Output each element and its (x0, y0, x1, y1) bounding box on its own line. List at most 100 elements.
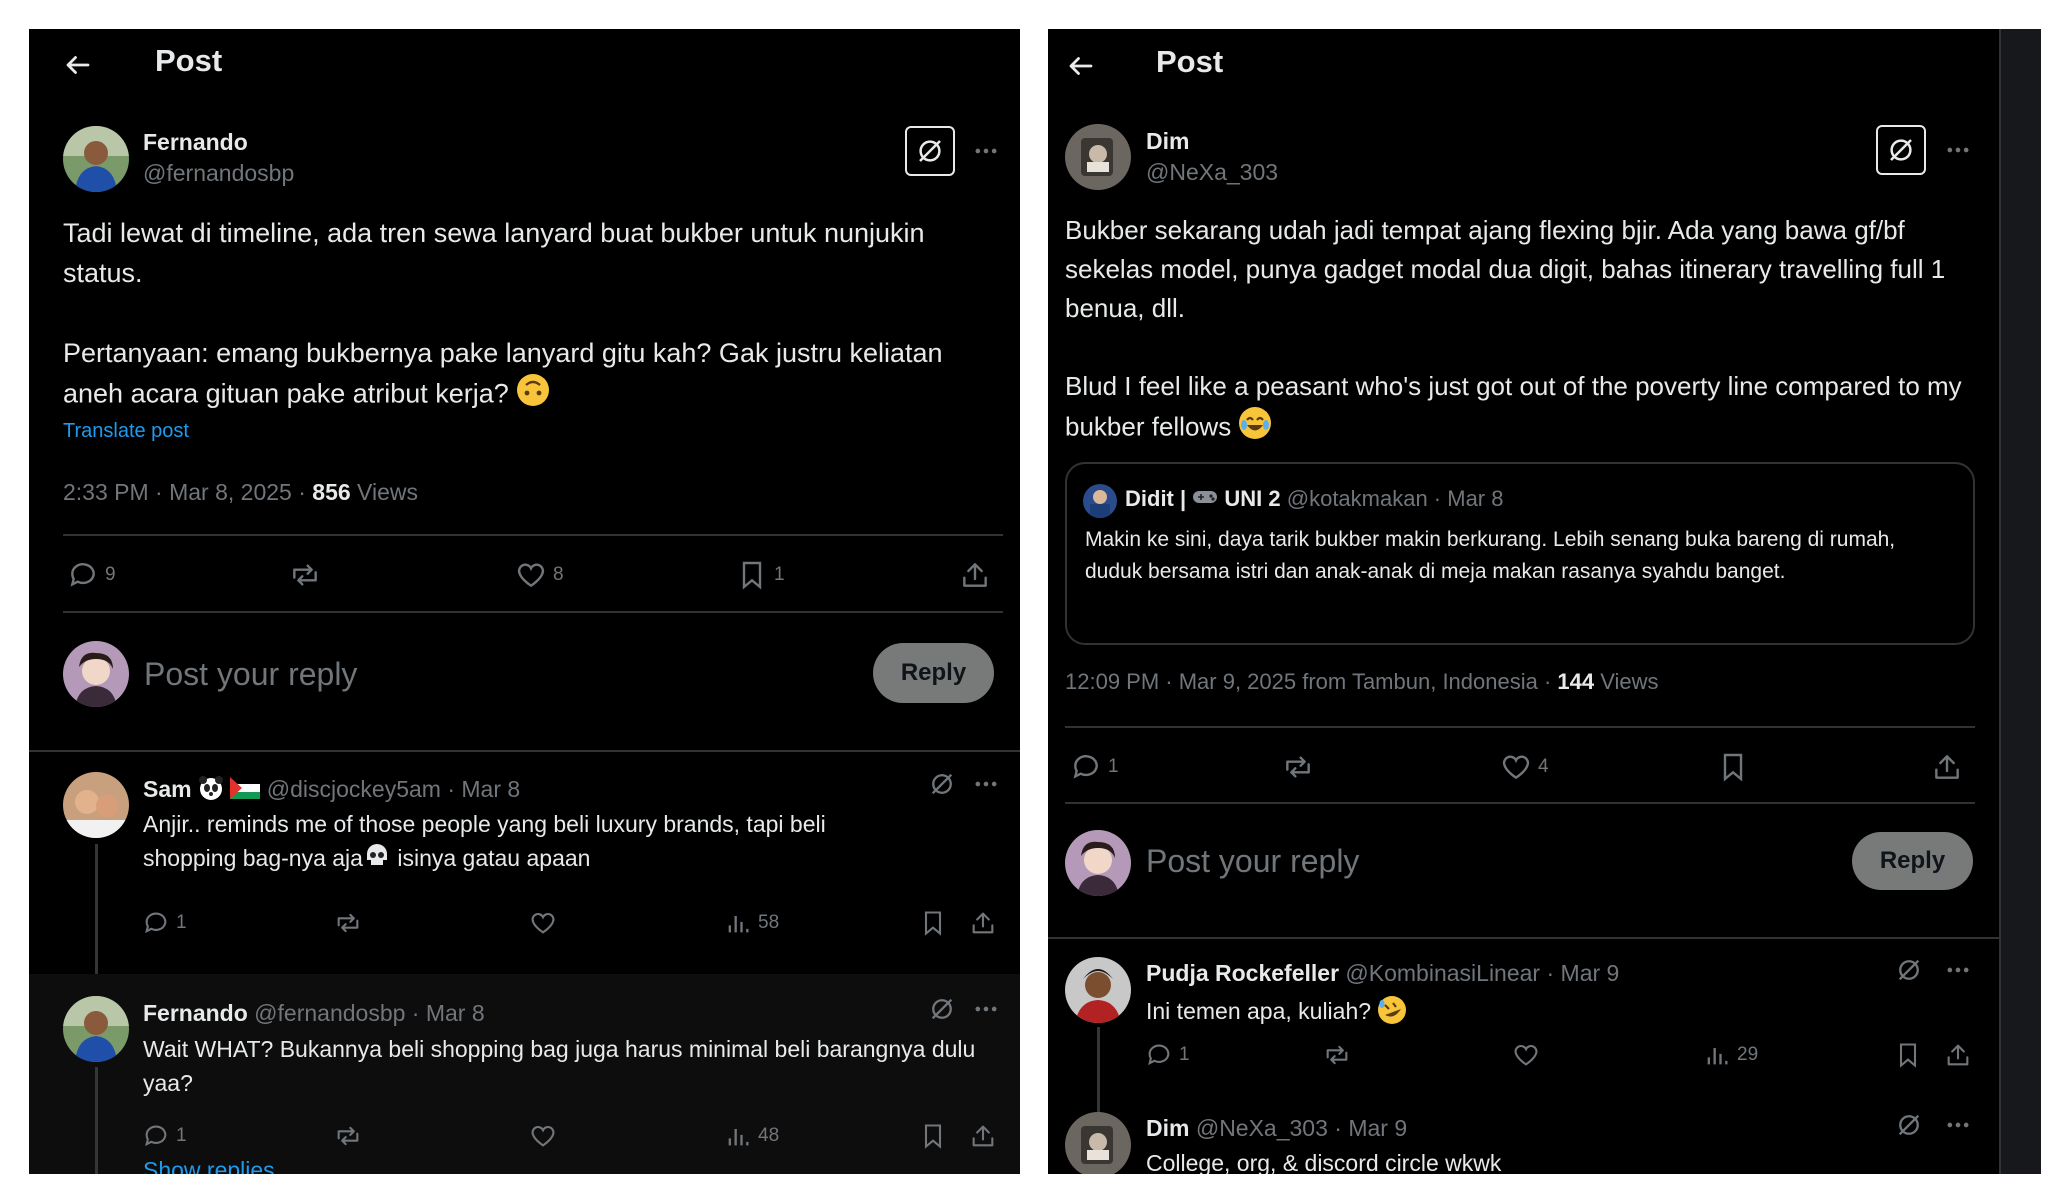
author-handle[interactable]: @fernandosbp (143, 160, 294, 187)
avatar[interactable] (63, 772, 129, 838)
reply-button[interactable]: 1 (1145, 1041, 1190, 1069)
thread-line (1097, 1027, 1100, 1112)
skull-emoji-icon (363, 841, 391, 878)
views-count: 856 (312, 479, 351, 505)
post-text: Bukber sekarang udah jadi tempat ajang f… (1065, 211, 1975, 451)
rolling-laughing-emoji-icon (1377, 995, 1407, 1031)
more-options-icon[interactable] (1944, 136, 1972, 164)
like-button[interactable] (1512, 1041, 1540, 1069)
author-name[interactable]: Fernando (143, 129, 248, 156)
reply-author-name[interactable]: Pudja Rockefeller (1146, 960, 1339, 986)
views-chart-icon (728, 1129, 749, 1146)
avatar[interactable] (1065, 830, 1131, 896)
views-button[interactable]: 58 (724, 909, 779, 937)
quote-text: Makin ke sini, daya tarik bukber makin b… (1085, 528, 1896, 583)
views-chart-icon (1707, 1048, 1728, 1065)
quote-header: Didit | UNI 2 @kotakmakan · Mar 8 (1125, 486, 1503, 513)
more-options-icon[interactable] (972, 995, 1000, 1023)
reply-handle[interactable]: @fernandosbp · Mar 8 (254, 1000, 484, 1026)
divider (1065, 726, 1975, 728)
reply-input[interactable]: Post your reply (144, 656, 357, 693)
grok-icon[interactable] (928, 770, 956, 798)
grok-button[interactable] (1876, 125, 1926, 175)
views-button[interactable]: 29 (1703, 1041, 1758, 1069)
grok-icon[interactable] (1895, 956, 1923, 984)
avatar[interactable] (63, 996, 129, 1062)
back-arrow-icon[interactable] (1066, 51, 1096, 81)
page-title: Post (1156, 44, 1224, 79)
heart-icon (1502, 755, 1530, 780)
share-button[interactable] (1944, 1041, 1972, 1069)
like-button[interactable] (529, 1122, 557, 1150)
views-button[interactable]: 48 (724, 1122, 779, 1150)
divider (29, 750, 1020, 752)
grok-button[interactable] (905, 126, 955, 176)
show-replies-link[interactable]: Show replies (143, 1157, 275, 1174)
grok-icon[interactable] (1895, 1111, 1923, 1139)
bookmark-button[interactable] (1894, 1041, 1922, 1069)
reply-icon (1073, 755, 1098, 779)
reply-icon (145, 912, 167, 934)
quoted-post-card[interactable]: Didit | UNI 2 @kotakmakan · Mar 8 Makin … (1065, 462, 1975, 645)
avatar[interactable] (1065, 1112, 1131, 1174)
repost-button[interactable] (334, 1122, 362, 1150)
share-button[interactable] (959, 559, 991, 591)
reply-text: College, org, & discord circle wkwk (1146, 1150, 1502, 1174)
repost-button[interactable] (1323, 1041, 1351, 1069)
reply-button[interactable]: 1 (1070, 751, 1119, 783)
reply-handle[interactable]: @discjockey5am · Mar 8 (267, 776, 520, 802)
share-button[interactable] (1931, 751, 1963, 783)
avatar (1083, 484, 1117, 518)
like-button[interactable]: 8 (515, 559, 564, 591)
reply-author-name[interactable]: Fernando (143, 1000, 248, 1026)
post-text: Tadi lewat di timeline, ada tren sewa la… (63, 213, 1003, 418)
bookmark-button[interactable] (919, 909, 947, 937)
repost-button[interactable] (1282, 751, 1314, 783)
avatar[interactable] (1065, 124, 1131, 190)
reply-header: Pudja Rockefeller @KombinasiLinear · Mar… (1146, 960, 1619, 987)
reply-text: Ini temen apa, kuliah? (1146, 995, 1407, 1031)
share-icon (972, 1125, 994, 1147)
bookmark-button[interactable]: 1 (736, 559, 785, 591)
author-handle[interactable]: @NeXa_303 (1146, 159, 1278, 186)
reply-header: Fernando @fernandosbp · Mar 8 (143, 1000, 485, 1027)
tears-of-joy-emoji-icon (1238, 406, 1272, 451)
bookmark-button[interactable] (1717, 751, 1749, 783)
author-name[interactable]: Dim (1146, 128, 1189, 155)
post-timestamp: 2:33 PM · Mar 8, 2025 · 856 Views (63, 479, 418, 505)
divider (1065, 802, 1975, 804)
bookmark-icon (924, 911, 942, 936)
repost-icon (337, 913, 359, 933)
bookmark-icon (742, 561, 762, 590)
views-count: 144 (1557, 669, 1595, 694)
share-button[interactable] (969, 909, 997, 937)
more-options-icon[interactable] (1944, 956, 1972, 984)
reply-submit-button[interactable]: Reply (873, 643, 994, 703)
like-button[interactable] (529, 909, 557, 937)
repost-button[interactable] (289, 559, 321, 591)
reply-handle[interactable]: @KombinasiLinear · Mar 9 (1345, 960, 1619, 986)
share-button[interactable] (969, 1122, 997, 1150)
repost-button[interactable] (334, 909, 362, 937)
reply-author-name[interactable]: Dim (1146, 1115, 1189, 1141)
reply-submit-button[interactable]: Reply (1852, 832, 1973, 890)
more-options-icon[interactable] (972, 770, 1000, 798)
avatar[interactable] (1065, 957, 1131, 1023)
avatar[interactable] (63, 126, 129, 192)
reply-icon (70, 563, 95, 587)
thread-line (95, 1067, 98, 1174)
back-arrow-icon[interactable] (63, 50, 93, 80)
reply-author-name[interactable]: Sam (143, 776, 192, 802)
avatar[interactable] (63, 641, 129, 707)
reply-input[interactable]: Post your reply (1146, 843, 1359, 880)
reply-button[interactable]: 9 (67, 559, 116, 591)
bookmark-button[interactable] (919, 1122, 947, 1150)
translate-post-link[interactable]: Translate post (63, 420, 189, 443)
grok-icon[interactable] (928, 995, 956, 1023)
like-button[interactable]: 4 (1500, 751, 1549, 783)
more-options-icon[interactable] (1944, 1111, 1972, 1139)
reply-button[interactable]: 1 (142, 909, 187, 937)
more-options-icon[interactable] (972, 137, 1000, 165)
reply-handle[interactable]: @NeXa_303 · Mar 9 (1196, 1115, 1407, 1141)
reply-button[interactable]: 1 (142, 1122, 187, 1150)
